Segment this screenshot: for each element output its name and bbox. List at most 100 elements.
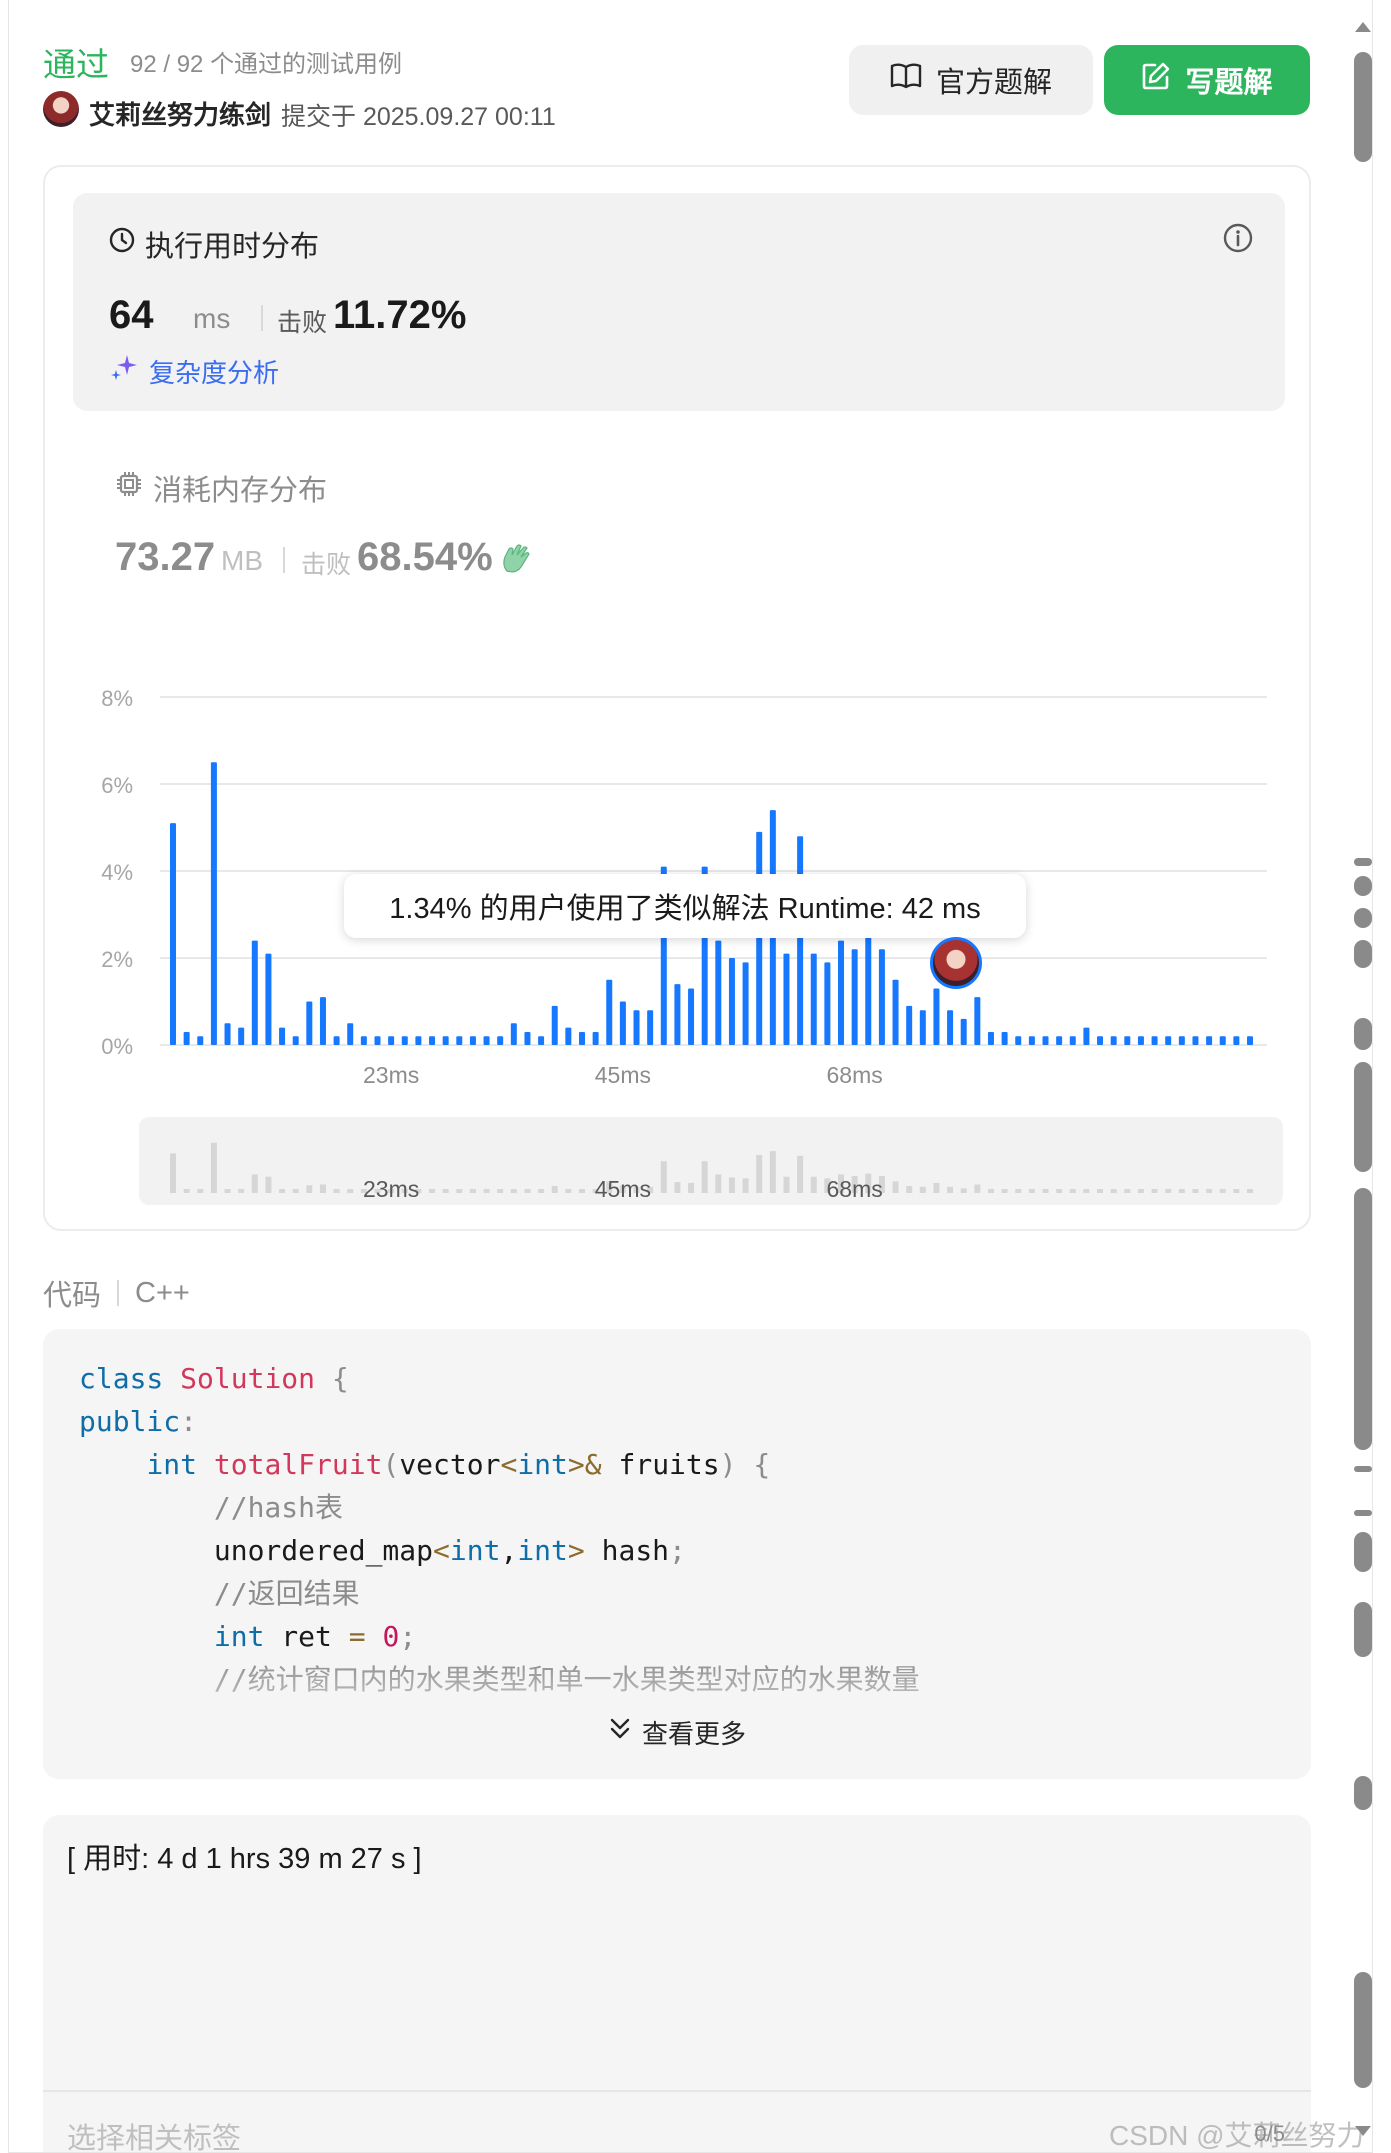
chart-bar [1001,1031,1008,1045]
navigator-bar [1192,1189,1199,1193]
chart-bar [1015,1036,1022,1045]
navigator-bar [429,1189,436,1193]
navigator-bar [933,1182,940,1193]
chart-bar [415,1036,422,1045]
navigator-bar [1028,1189,1035,1193]
note-editor[interactable]: [ 用时: 4 d 1 hrs 39 m 27 s ] 选择相关标签 0/5 [43,1815,1311,2152]
divider [43,2090,1311,2092]
scrollbar-track-mark [1354,1062,1372,1172]
navigator-tick-label: 68ms [827,1176,883,1202]
navigator-bar [510,1189,517,1193]
testcase-summary: 92 / 92 个通过的测试用例 [130,51,403,78]
chart-bar [183,1031,190,1045]
chart-bar [906,1005,913,1045]
submit-time: 提交于 2025.09.27 00:11 [281,103,556,131]
navigator-bar [1015,1189,1022,1193]
chart-bar [1042,1036,1049,1045]
navigator-bar [1069,1189,1076,1193]
navigator-bar [1110,1189,1117,1193]
chart-bar [238,1027,245,1045]
chart-bar [170,823,176,1045]
code-block[interactable]: class Solution { public: int totalFruit(… [43,1329,1311,1779]
code-label: 代码 [43,1280,102,1312]
y-tick-label: 2% [101,947,133,972]
navigator-bar [892,1181,899,1193]
chart-bar [1247,1036,1253,1045]
navigator-bar [524,1189,531,1193]
scrollbar[interactable] [1344,0,1391,2153]
scrollbar-thumb[interactable] [1354,52,1372,162]
chart-bar [987,1031,994,1045]
submission-panel: 通过 92 / 92 个通过的测试用例 艾莉丝努力练剑 提交于 2025.09.… [8,0,1373,2153]
chart-bar [251,940,258,1045]
tag-select-input[interactable]: 选择相关标签 [67,2115,241,2152]
navigator-bar [769,1151,776,1193]
chart-bar [838,940,845,1045]
code-content: class Solution { public: int totalFruit(… [79,1362,920,1696]
y-tick-label: 0% [101,1034,133,1059]
chart-bar [265,953,272,1045]
x-tick-label: 45ms [595,1062,651,1088]
official-solution-button[interactable]: 官方题解 [849,45,1093,115]
chart-bar [797,836,804,1045]
chart-bar [606,979,613,1045]
chart-bar [224,1023,231,1045]
navigator-bar [1042,1189,1049,1193]
chart-bar [1097,1036,1104,1045]
scroll-up-icon[interactable] [1353,18,1373,34]
chart-bar [1192,1036,1199,1045]
navigator-bar [987,1189,994,1193]
chart-bar [851,949,858,1045]
chart-bar [538,1036,545,1045]
scrollbar-track-mark [1354,1532,1372,1572]
chart-bar [1083,1027,1090,1045]
navigator-bar [906,1186,913,1193]
navigator-bar [1083,1189,1090,1193]
navigator-bar [742,1178,749,1193]
navigator-bar [251,1174,258,1193]
navigator-bar [170,1153,176,1193]
navigator-bar [728,1177,735,1193]
see-more-button[interactable]: 查看更多 [43,1714,1311,1751]
chart-bar [306,1001,313,1045]
chart-bar [1206,1036,1213,1045]
user-position-avatar[interactable] [930,937,982,989]
chart-bar [933,988,940,1045]
navigator-bar [238,1189,245,1193]
chart-bar [210,762,217,1045]
scroll-down-icon[interactable] [1353,2124,1373,2140]
book-icon [890,62,922,98]
navigator-bar [660,1161,667,1193]
chart-bar [1069,1036,1076,1045]
navigator-bar [551,1186,558,1193]
navigator-tick-label: 23ms [363,1176,419,1202]
chart-bar [715,940,722,1045]
chart-bar [892,979,899,1045]
navigator-bar [1247,1189,1253,1193]
navigator-bar [347,1189,354,1193]
x-tick-label: 68ms [827,1062,883,1088]
note-text[interactable]: [ 用时: 4 d 1 hrs 39 m 27 s ] [67,1835,422,1877]
chart-bar [688,988,695,1045]
write-solution-button[interactable]: 写题解 [1104,45,1310,115]
chart-bar [974,997,981,1045]
navigator-bar [1151,1189,1158,1193]
runtime-distribution-chart[interactable]: 8% 6% 4% 2% 0% 23ms 45ms 68ms 23ms 45ms 68ms [45,167,1313,1233]
navigator-bar [756,1155,763,1193]
navigator-bar [306,1185,313,1193]
divider [117,1280,120,1306]
chart-bar [374,1036,381,1045]
chart-bar [197,1036,204,1045]
username-link[interactable]: 艾莉丝努力练剑 [89,95,271,132]
avatar[interactable] [43,91,79,127]
chart-bar [1137,1036,1144,1045]
navigator-bar [456,1189,463,1193]
double-chevron-down-icon [608,1716,632,1749]
navigator-bar [1137,1189,1144,1193]
navigator-bar [483,1189,490,1193]
chart-bar [1056,1036,1063,1045]
navigator-bar [674,1182,681,1193]
navigator-bar [1165,1189,1172,1193]
navigator-bar [292,1189,299,1193]
navigator-bar [333,1189,340,1193]
